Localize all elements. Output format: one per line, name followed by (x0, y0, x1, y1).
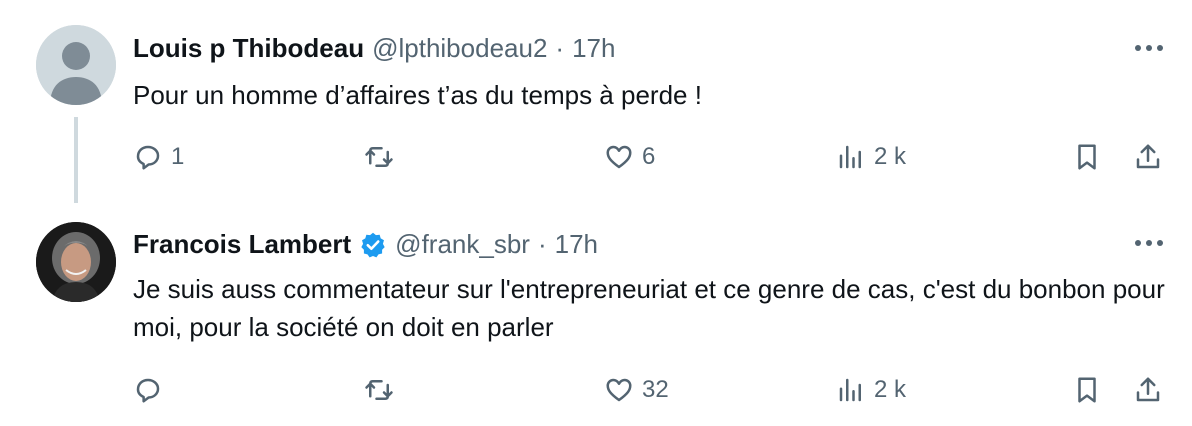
share-button[interactable] (1133, 139, 1163, 175)
bookmark-icon (1078, 144, 1096, 170)
separator-dot: · (555, 33, 565, 63)
avatar[interactable] (36, 222, 116, 302)
verified-badge-icon[interactable] (359, 231, 387, 259)
views-count: 2 k (874, 143, 907, 170)
display-name[interactable]: Francois Lambert (133, 229, 351, 260)
like-icon (606, 145, 632, 169)
share-button[interactable] (1133, 372, 1163, 408)
thread-connector-line (74, 117, 78, 203)
views-button[interactable]: 2 k (836, 372, 906, 408)
tweet-text: Je suis auss commentateur sur l'entrepre… (133, 274, 1165, 342)
more-icon (1135, 240, 1163, 246)
reply-count: 1 (171, 143, 185, 170)
tweet-text: Pour un homme d’affaires t’as du temps à… (133, 80, 702, 110)
reply-icon (136, 145, 160, 170)
retweet-button[interactable] (364, 139, 402, 175)
bookmark-button[interactable] (1072, 139, 1102, 175)
retweet-icon (365, 380, 393, 400)
verified-badge-icon (361, 232, 385, 257)
views-icon (839, 145, 861, 169)
views-icon (839, 378, 861, 402)
display-name[interactable]: Louis p Thibodeau (133, 33, 364, 64)
share-icon (1136, 144, 1160, 169)
default-avatar-icon (36, 25, 116, 105)
like-button[interactable]: 6 (604, 139, 655, 175)
reply-button[interactable]: 1 (133, 139, 184, 175)
reply-button[interactable] (133, 372, 171, 408)
separator-dot: · (537, 229, 547, 259)
like-button[interactable]: 32 (604, 372, 669, 408)
tweet-header: Francois Lambert @frank_sbr · 17h (133, 229, 598, 260)
bookmark-icon (1078, 377, 1096, 403)
like-count: 6 (642, 143, 656, 170)
views-button[interactable]: 2 k (836, 139, 906, 175)
timestamp[interactable]: 17h (555, 229, 598, 260)
user-handle[interactable]: @lpthibodeau2 (372, 33, 547, 64)
more-icon (1135, 45, 1163, 51)
bookmark-button[interactable] (1072, 372, 1102, 408)
views-count: 2 k (874, 376, 907, 403)
tweet[interactable]: Francois Lambert @frank_sbr · 17h Je sui… (0, 212, 1192, 426)
more-options-button[interactable] (1131, 38, 1167, 58)
more-options-button[interactable] (1131, 233, 1167, 253)
share-icon (1136, 377, 1160, 402)
user-handle[interactable]: @frank_sbr (395, 229, 530, 260)
tweet[interactable]: Louis p Thibodeau @lpthibodeau2 · 17h Po… (0, 0, 1192, 212)
avatar[interactable] (36, 25, 116, 105)
profile-photo (36, 222, 116, 302)
tweet-header: Louis p Thibodeau @lpthibodeau2 · 17h (133, 33, 615, 64)
retweet-button[interactable] (364, 372, 402, 408)
timestamp[interactable]: 17h (572, 33, 615, 64)
like-count: 32 (642, 376, 669, 403)
reply-icon (136, 378, 160, 403)
retweet-icon (365, 147, 393, 167)
like-icon (606, 378, 632, 402)
